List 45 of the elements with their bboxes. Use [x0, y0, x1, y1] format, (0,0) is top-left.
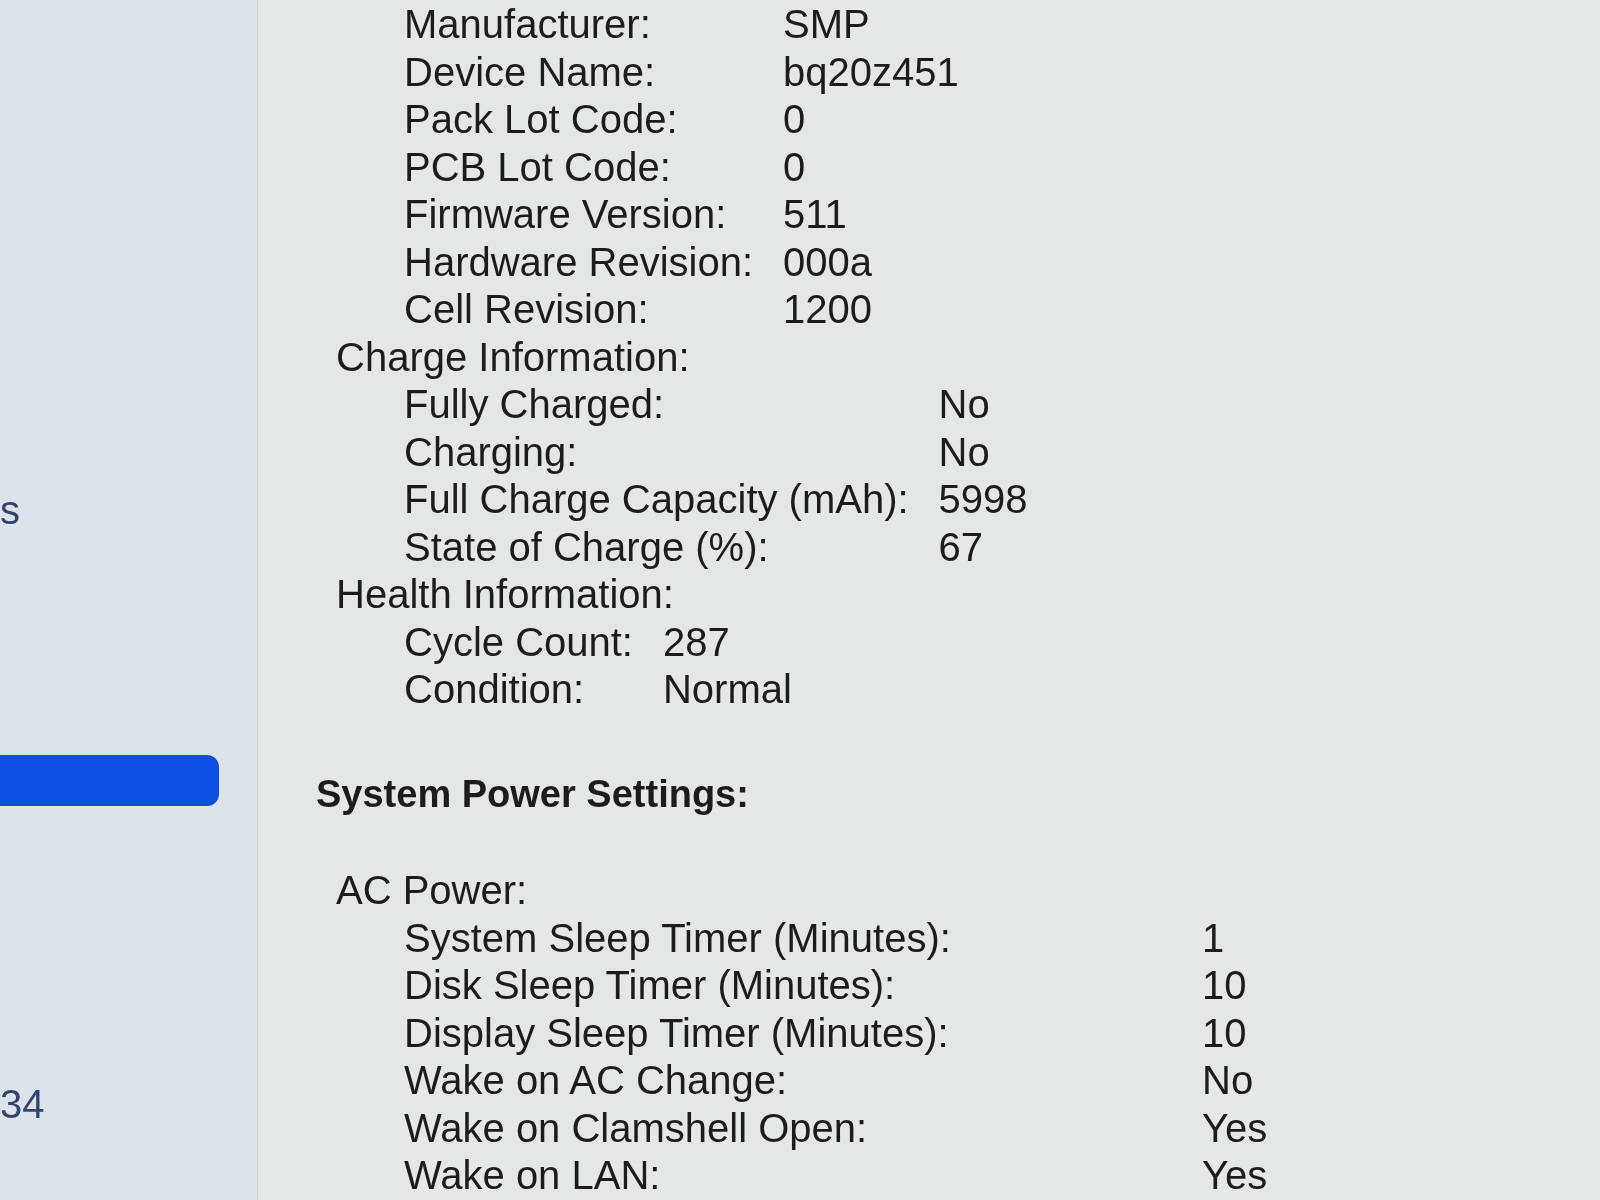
field-value: 000a — [783, 238, 872, 286]
group-heading: Charge Information: — [336, 333, 690, 381]
field-label: System Sleep Timer (Minutes): — [404, 914, 951, 962]
field-value: No — [938, 428, 990, 476]
field-label: Hardware Revision: — [404, 238, 754, 286]
field-value: 10 — [1202, 1009, 1247, 1057]
field-label: Pack Lot Code: — [404, 96, 678, 143]
field-label: Manufacturer: — [404, 1, 651, 48]
section-title: System Power Settings: — [316, 771, 749, 817]
field-value: SMP — [783, 1, 870, 48]
field-value: No — [938, 381, 990, 428]
field-label: Disk Sleep Timer (Minutes): — [404, 962, 896, 1009]
field-value: 1200 — [783, 286, 872, 333]
field-value: No — [1202, 1057, 1254, 1104]
field-label: Firmware Version: — [404, 191, 727, 238]
field-label: Display Sleep Timer (Minutes): — [404, 1009, 949, 1057]
field-label: PCB Lot Code: — [404, 143, 671, 191]
field-label: Condition: — [404, 666, 585, 713]
field-label: Wake on Clamshell Open: — [404, 1104, 868, 1152]
field-value: Yes — [1202, 1104, 1268, 1152]
group-heading: AC Power: — [336, 867, 528, 914]
field-label: Full Charge Capacity (mAh): — [404, 476, 909, 523]
field-label: Wake on LAN: — [404, 1152, 661, 1199]
field-label: Device Name: — [404, 48, 656, 96]
sidebar-item[interactable]: 34 — [0, 1079, 45, 1129]
field-value: 0 — [783, 143, 806, 191]
field-value: 511 — [783, 191, 847, 238]
field-value: 10 — [1202, 962, 1247, 1009]
sidebar-item[interactable]: s — [0, 485, 20, 535]
field-value: 0 — [783, 96, 806, 143]
field-value: bq20z451 — [783, 48, 959, 96]
field-label: Cell Revision: — [404, 286, 649, 333]
group-heading: Health Information: — [336, 571, 674, 618]
sidebar-item[interactable] — [0, 755, 219, 806]
field-label: Wake on AC Change: — [404, 1057, 788, 1104]
field-label: Charging: — [404, 428, 578, 476]
field-value: 67 — [938, 523, 984, 571]
field-value: 5998 — [938, 476, 1028, 523]
field-value: 1 — [1202, 914, 1225, 962]
field-value: Normal — [663, 666, 792, 713]
field-value: 287 — [663, 618, 730, 666]
field-label: Cycle Count: — [404, 618, 633, 666]
field-label: Fully Charged: — [404, 381, 665, 428]
field-value: Yes — [1202, 1152, 1268, 1199]
field-label: State of Charge (%): — [404, 523, 769, 571]
